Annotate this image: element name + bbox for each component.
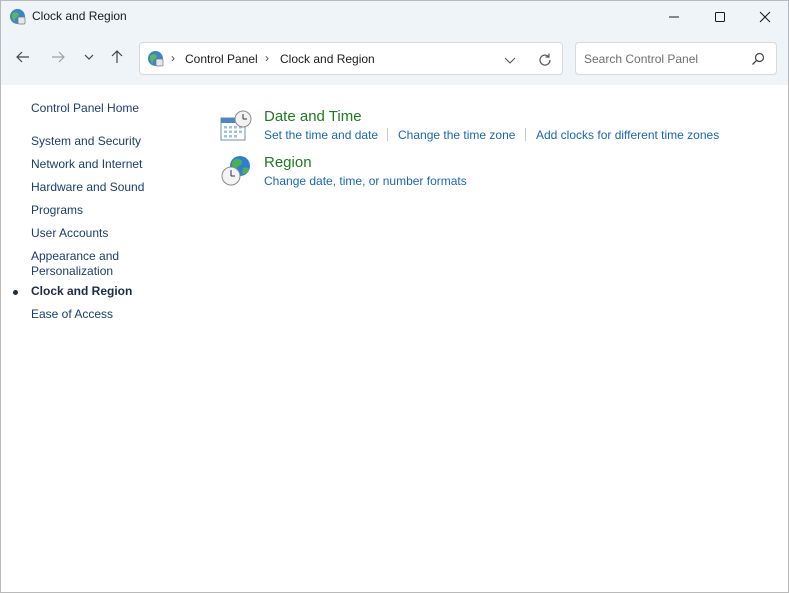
chevron-down-icon[interactable] (502, 52, 518, 68)
sidebar-item-user-accounts[interactable]: User Accounts (31, 226, 108, 241)
arrow-right-icon (52, 51, 65, 63)
back-button[interactable] (10, 44, 36, 70)
up-button[interactable] (104, 44, 130, 70)
sidebar-item-network-and-internet[interactable]: Network and Internet (31, 157, 142, 172)
sidebar-item-programs[interactable]: Programs (31, 203, 83, 218)
sidebar-item-system-and-security[interactable]: System and Security (31, 134, 141, 149)
title-bar[interactable]: Clock and Region (1, 1, 788, 32)
close-button[interactable] (742, 1, 788, 32)
breadcrumb-separator[interactable]: › (265, 51, 269, 65)
chevron-down-icon (84, 54, 94, 60)
maximize-button[interactable] (697, 1, 743, 32)
sidebar-item-appearance-line2[interactable]: Personalization (31, 264, 113, 279)
sidebar: Control Panel Home System and Security N… (1, 85, 201, 585)
category-title-region[interactable]: Region (264, 154, 312, 171)
control-panel-globe-icon (148, 51, 164, 67)
breadcrumb-clock-and-region[interactable]: Clock and Region (280, 52, 375, 66)
link-add-clocks[interactable]: Add clocks for different time zones (536, 128, 719, 142)
search-box[interactable] (575, 42, 777, 75)
window-title: Clock and Region (32, 9, 127, 23)
link-change-formats[interactable]: Change date, time, or number formats (264, 174, 467, 188)
category-title-date-and-time[interactable]: Date and Time (264, 108, 362, 125)
sidebar-item-appearance-line1[interactable]: Appearance and (31, 249, 119, 264)
current-item-bullet (13, 290, 18, 295)
sidebar-item-ease-of-access[interactable]: Ease of Access (31, 307, 113, 322)
breadcrumb-control-panel[interactable]: Control Panel (185, 52, 258, 66)
arrow-left-icon (16, 51, 29, 63)
minimize-icon (669, 16, 679, 17)
forward-button[interactable] (45, 44, 71, 70)
search-input[interactable] (584, 51, 744, 67)
sidebar-item-clock-and-region: Clock and Region (31, 284, 133, 298)
close-icon (759, 11, 771, 22)
category-region: Region Change date, time, or number form… (219, 153, 619, 193)
arrow-up-icon (111, 50, 123, 63)
minimize-button[interactable] (651, 1, 697, 32)
breadcrumb-separator[interactable]: › (171, 51, 175, 65)
maximize-icon (715, 11, 725, 22)
category-date-and-time: Date and Time Set the time and date Chan… (219, 107, 759, 147)
refresh-icon[interactable] (536, 51, 554, 69)
link-set-time-and-date[interactable]: Set the time and date (264, 128, 378, 142)
search-icon[interactable] (751, 52, 765, 66)
link-divider (525, 128, 526, 141)
navigation-bar: › Control Panel › Clock and Region (1, 32, 788, 85)
globe-clock-icon[interactable] (220, 154, 254, 188)
link-divider (387, 128, 388, 141)
control-panel-window: Clock and Region › Control Panel › Clock… (0, 0, 789, 593)
sidebar-item-control-panel-home[interactable]: Control Panel Home (31, 101, 139, 116)
address-bar[interactable]: › Control Panel › Clock and Region (139, 42, 563, 75)
link-change-time-zone[interactable]: Change the time zone (398, 128, 515, 142)
recent-locations-button[interactable] (76, 44, 102, 70)
sidebar-item-hardware-and-sound[interactable]: Hardware and Sound (31, 180, 144, 195)
control-panel-globe-icon (10, 9, 26, 25)
calendar-clock-icon[interactable] (219, 109, 253, 143)
